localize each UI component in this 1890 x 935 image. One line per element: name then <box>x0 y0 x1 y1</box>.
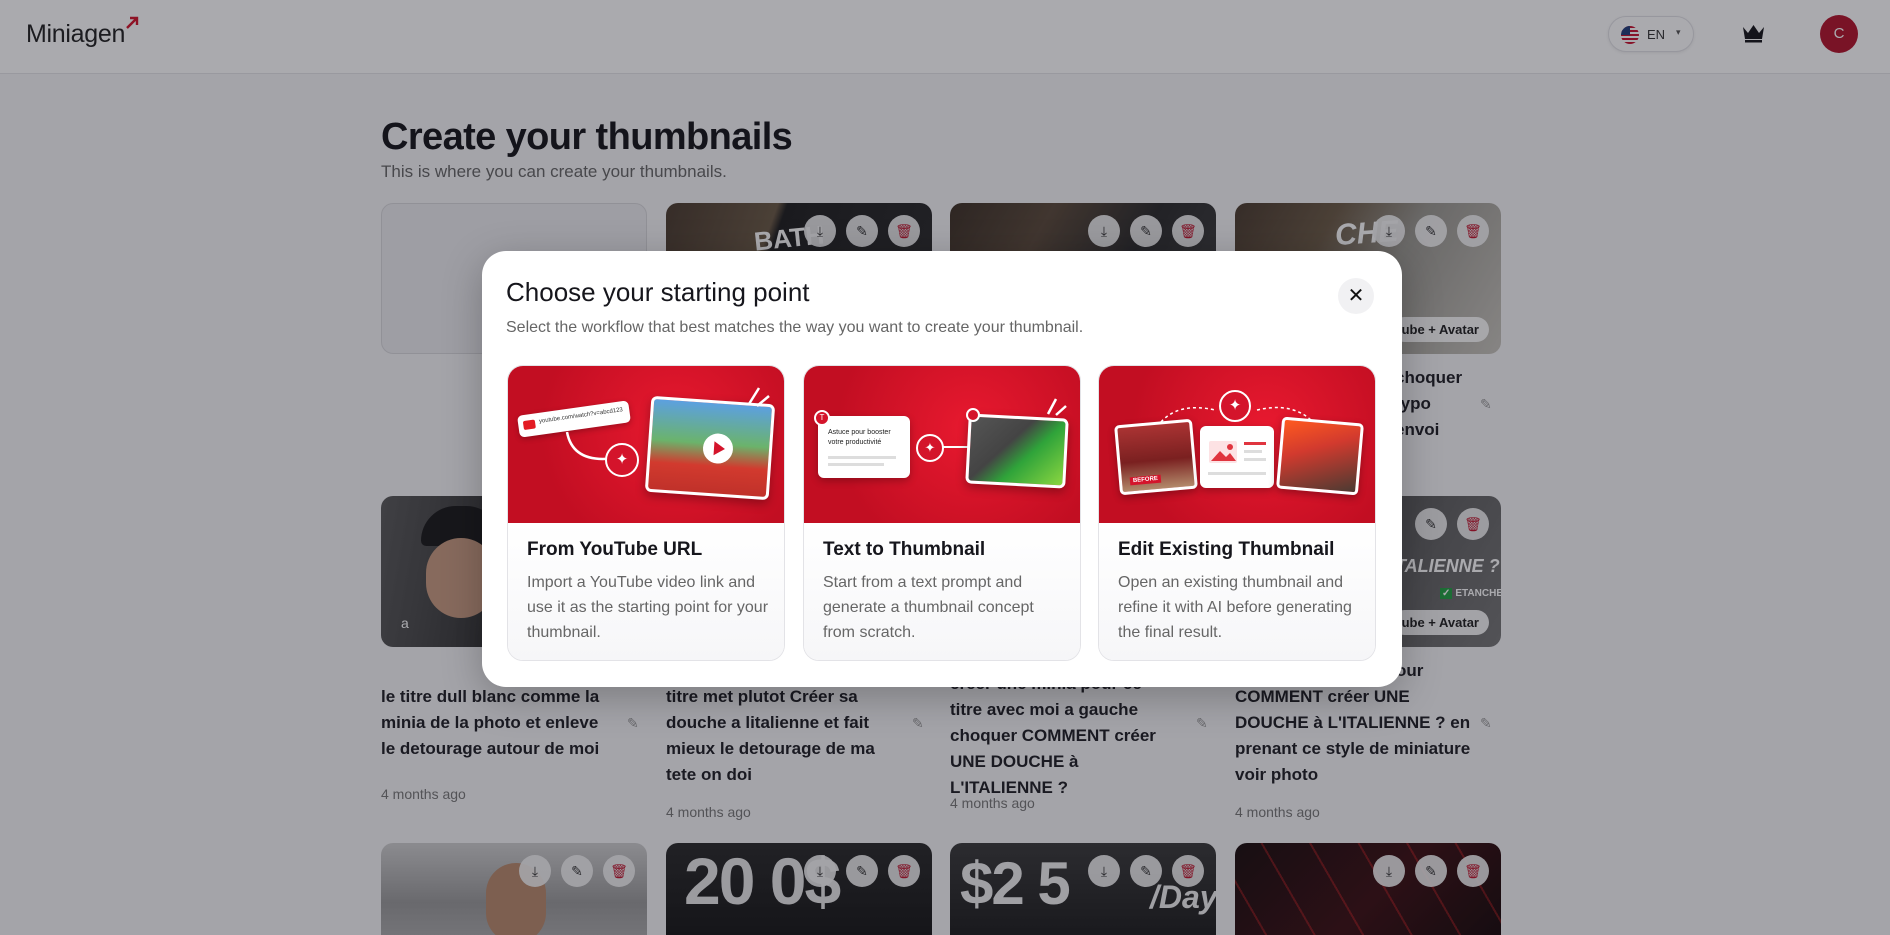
youtube-url-illustration: youtube.com/watch?v=abcd123 ✦ <box>508 366 784 523</box>
option-description: Open an existing thumbnail and refine it… <box>1118 574 1352 641</box>
text-to-thumbnail-illustration: T Astuce pour booster votre productivité… <box>804 366 1080 523</box>
modal-title: Choose your starting point <box>506 277 810 307</box>
original-thumbnail: BEFORE <box>1114 418 1198 496</box>
option-body: From YouTube URL Import a YouTube video … <box>508 523 784 660</box>
option-title: From YouTube URL <box>527 539 703 560</box>
option-body: Text to Thumbnail Start from a text prom… <box>804 523 1080 660</box>
editor-panel <box>1200 426 1274 488</box>
video-thumbnail-preview <box>644 395 776 501</box>
starting-point-modal: Choose your starting point Select the wo… <box>482 251 1402 687</box>
modal-subtitle: Select the workflow that best matches th… <box>506 319 1084 336</box>
sparkle-lines-icon <box>747 387 770 407</box>
play-button-icon <box>701 432 734 465</box>
text-tool-icon: T <box>814 410 830 426</box>
option-youtube-url[interactable]: youtube.com/watch?v=abcd123 ✦ From YouTu… <box>507 365 785 661</box>
connector-line <box>948 446 968 448</box>
option-body: Edit Existing Thumbnail Open an existing… <box>1099 523 1375 660</box>
sparkle-icon: ✦ <box>916 434 944 462</box>
image-badge-icon <box>966 408 980 422</box>
image-icon <box>1209 441 1237 463</box>
option-description: Import a YouTube video link and use it a… <box>527 574 769 641</box>
generated-thumbnail-preview <box>965 413 1069 489</box>
option-title: Text to Thumbnail <box>823 539 986 560</box>
option-title: Edit Existing Thumbnail <box>1118 539 1335 560</box>
youtube-icon <box>522 419 536 431</box>
prompt-card: T Astuce pour booster votre productivité <box>814 410 910 478</box>
ai-sparkle-icon: ✦ <box>1219 390 1251 422</box>
option-description: Start from a text prompt and generate a … <box>823 574 1034 641</box>
option-text-to-thumbnail[interactable]: T Astuce pour booster votre productivité… <box>803 365 1081 661</box>
edited-thumbnail <box>1276 416 1364 496</box>
option-edit-existing[interactable]: BEFORE ✦ Edit Existing Thumbnail Open an… <box>1098 365 1376 661</box>
edit-existing-illustration: BEFORE ✦ <box>1099 366 1375 523</box>
magic-wand-icon: ✦ <box>605 443 639 477</box>
dashed-arrow-icon <box>1160 407 1216 423</box>
sparkle-lines-icon <box>1046 398 1067 416</box>
close-icon[interactable]: ✕ <box>1338 278 1374 314</box>
